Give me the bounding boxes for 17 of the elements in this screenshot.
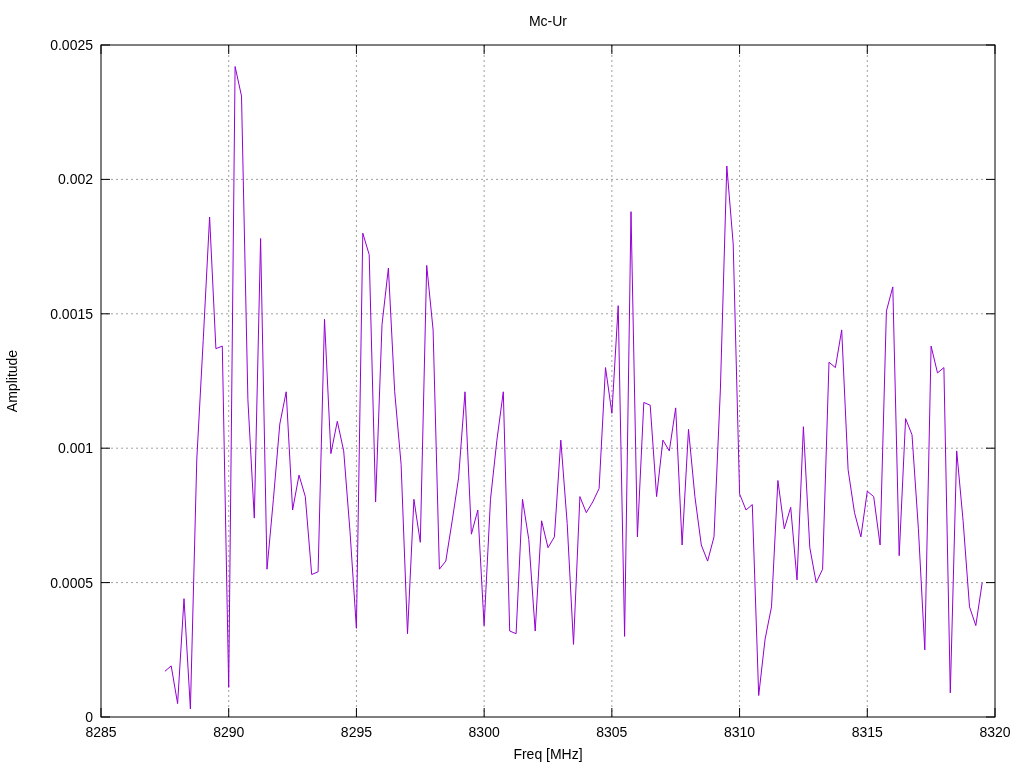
tick-label: 0 (85, 709, 93, 725)
chart-title: Mc-Ur (528, 13, 568, 29)
tick-label: 8310 (724, 724, 756, 740)
tick-label: 8315 (851, 724, 883, 740)
tick-label: 8285 (85, 724, 117, 740)
tick-label: 0.0005 (50, 574, 93, 591)
tick-label: 0.002 (57, 171, 93, 188)
tick-label: 8290 (213, 724, 245, 740)
tick-label: 8295 (340, 724, 372, 740)
tick-label: 0.001 (57, 440, 93, 457)
tick-label: 8300 (468, 724, 500, 740)
tick-label: 0.0025 (50, 37, 93, 53)
tick-label: 8320 (979, 724, 1011, 740)
tick-label: 0.0015 (50, 305, 93, 322)
tick-label: 8305 (596, 724, 628, 740)
axis-label: Amplitude (4, 349, 20, 413)
axis-label: Freq [MHz] (513, 746, 583, 762)
